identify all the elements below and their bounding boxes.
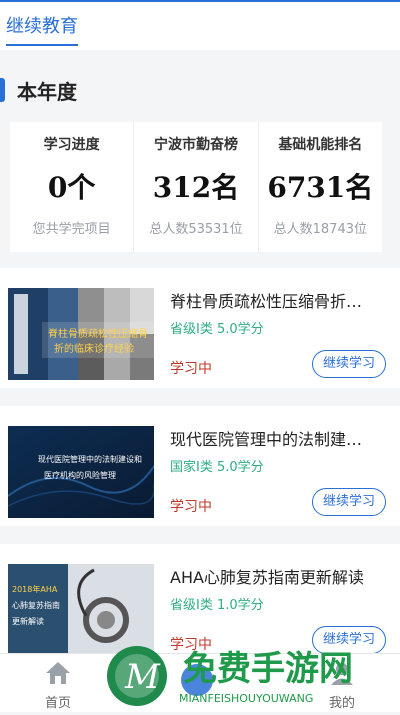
stat-sub: 总人数53531位 — [149, 222, 243, 237]
continue-learning-button[interactable]: 继续学习 — [311, 488, 386, 516]
section-accent-bar — [0, 78, 5, 102]
stat-sub: 总人数18743位 — [273, 222, 367, 237]
thumb-caption: 医疗机构的风险管理 — [44, 470, 116, 480]
course-status: 学习中 — [170, 637, 212, 653]
stat-label: 基础机能排名 — [278, 137, 363, 153]
thumb-caption: 更新解读 — [12, 616, 44, 626]
stat-sub: 您共学完项目 — [32, 222, 111, 237]
continue-learning-button[interactable]: 继续学习 — [311, 626, 386, 654]
top-tab-bar: 继续教育 — [0, 0, 400, 50]
course-level: 省级I类 1.0学分 — [170, 598, 264, 613]
stats-card: 学习进度 0个 您共学完项目 宁波市勤奋榜 312名 总人数53531位 基础机… — [10, 122, 382, 252]
course-status: 学习中 — [170, 499, 212, 515]
section-title: 本年度 — [17, 80, 77, 104]
bottom-tab-bar: 首页 我的 — [0, 653, 400, 712]
stat-label: 宁波市勤奋榜 — [153, 137, 238, 153]
section-header: 本年度 — [0, 70, 400, 110]
thumb-caption: 现代医院管理中的法制建设和 — [38, 454, 142, 464]
course-title[interactable]: 现代医院管理中的法制建… — [170, 426, 384, 450]
course-thumbnail: 脊柱骨质疏松性压缩骨 折的临床诊疗经验 — [8, 288, 154, 380]
thumb-caption: 心肺复苏指南 — [12, 600, 60, 610]
home-icon — [46, 662, 70, 684]
course-level: 省级I类 5.0学分 — [170, 322, 264, 337]
tab-me-label: 我的 — [328, 696, 355, 711]
stat-city-rank[interactable]: 宁波市勤奋榜 312名 总人数53531位 — [134, 122, 259, 252]
course-item[interactable]: 2018年AHA 心肺复苏指南 更新解读 AHA心肺复苏指南更新解读 省级I类 … — [0, 544, 400, 664]
thumb-caption: 折的临床诊疗经验 — [54, 342, 134, 355]
stat-value: 312名 — [152, 171, 240, 204]
course-item[interactable]: 脊柱骨质疏松性压缩骨 折的临床诊疗经验 脊柱骨质疏松性压缩骨折… 省级I类 5.… — [0, 268, 400, 388]
stat-value: 0个 — [47, 171, 96, 204]
tab-home[interactable]: 首页 — [18, 660, 98, 711]
user-icon — [331, 663, 353, 685]
course-item[interactable]: 现代医院管理中的法制建设和 医疗机构的风险管理 现代医院管理中的法制建… 国家I… — [0, 406, 400, 526]
course-thumbnail: 现代医院管理中的法制建设和 医疗机构的风险管理 — [8, 426, 154, 518]
tab-continuing-education[interactable]: 继续教育 — [6, 12, 78, 46]
course-title[interactable]: AHA心肺复苏指南更新解读 — [170, 564, 384, 588]
course-level: 国家I类 5.0学分 — [170, 460, 264, 475]
thumb-caption: 2018年AHA — [12, 584, 58, 594]
tab-home-label: 首页 — [44, 696, 71, 711]
continue-learning-button[interactable]: 继续学习 — [311, 350, 386, 378]
course-title[interactable]: 脊柱骨质疏松性压缩骨折… — [170, 288, 384, 312]
tab-me[interactable]: 我的 — [302, 660, 382, 711]
stat-label: 学习进度 — [43, 137, 100, 153]
course-thumbnail: 2018年AHA 心肺复苏指南 更新解读 — [8, 564, 154, 656]
stat-skill-rank[interactable]: 基础机能排名 6731名 总人数18743位 — [259, 122, 382, 252]
stat-progress[interactable]: 学习进度 0个 您共学完项目 — [10, 122, 135, 252]
thumb-caption: 脊柱骨质疏松性压缩骨 — [48, 327, 148, 340]
course-status: 学习中 — [170, 361, 212, 377]
stat-value: 6731名 — [267, 171, 374, 204]
